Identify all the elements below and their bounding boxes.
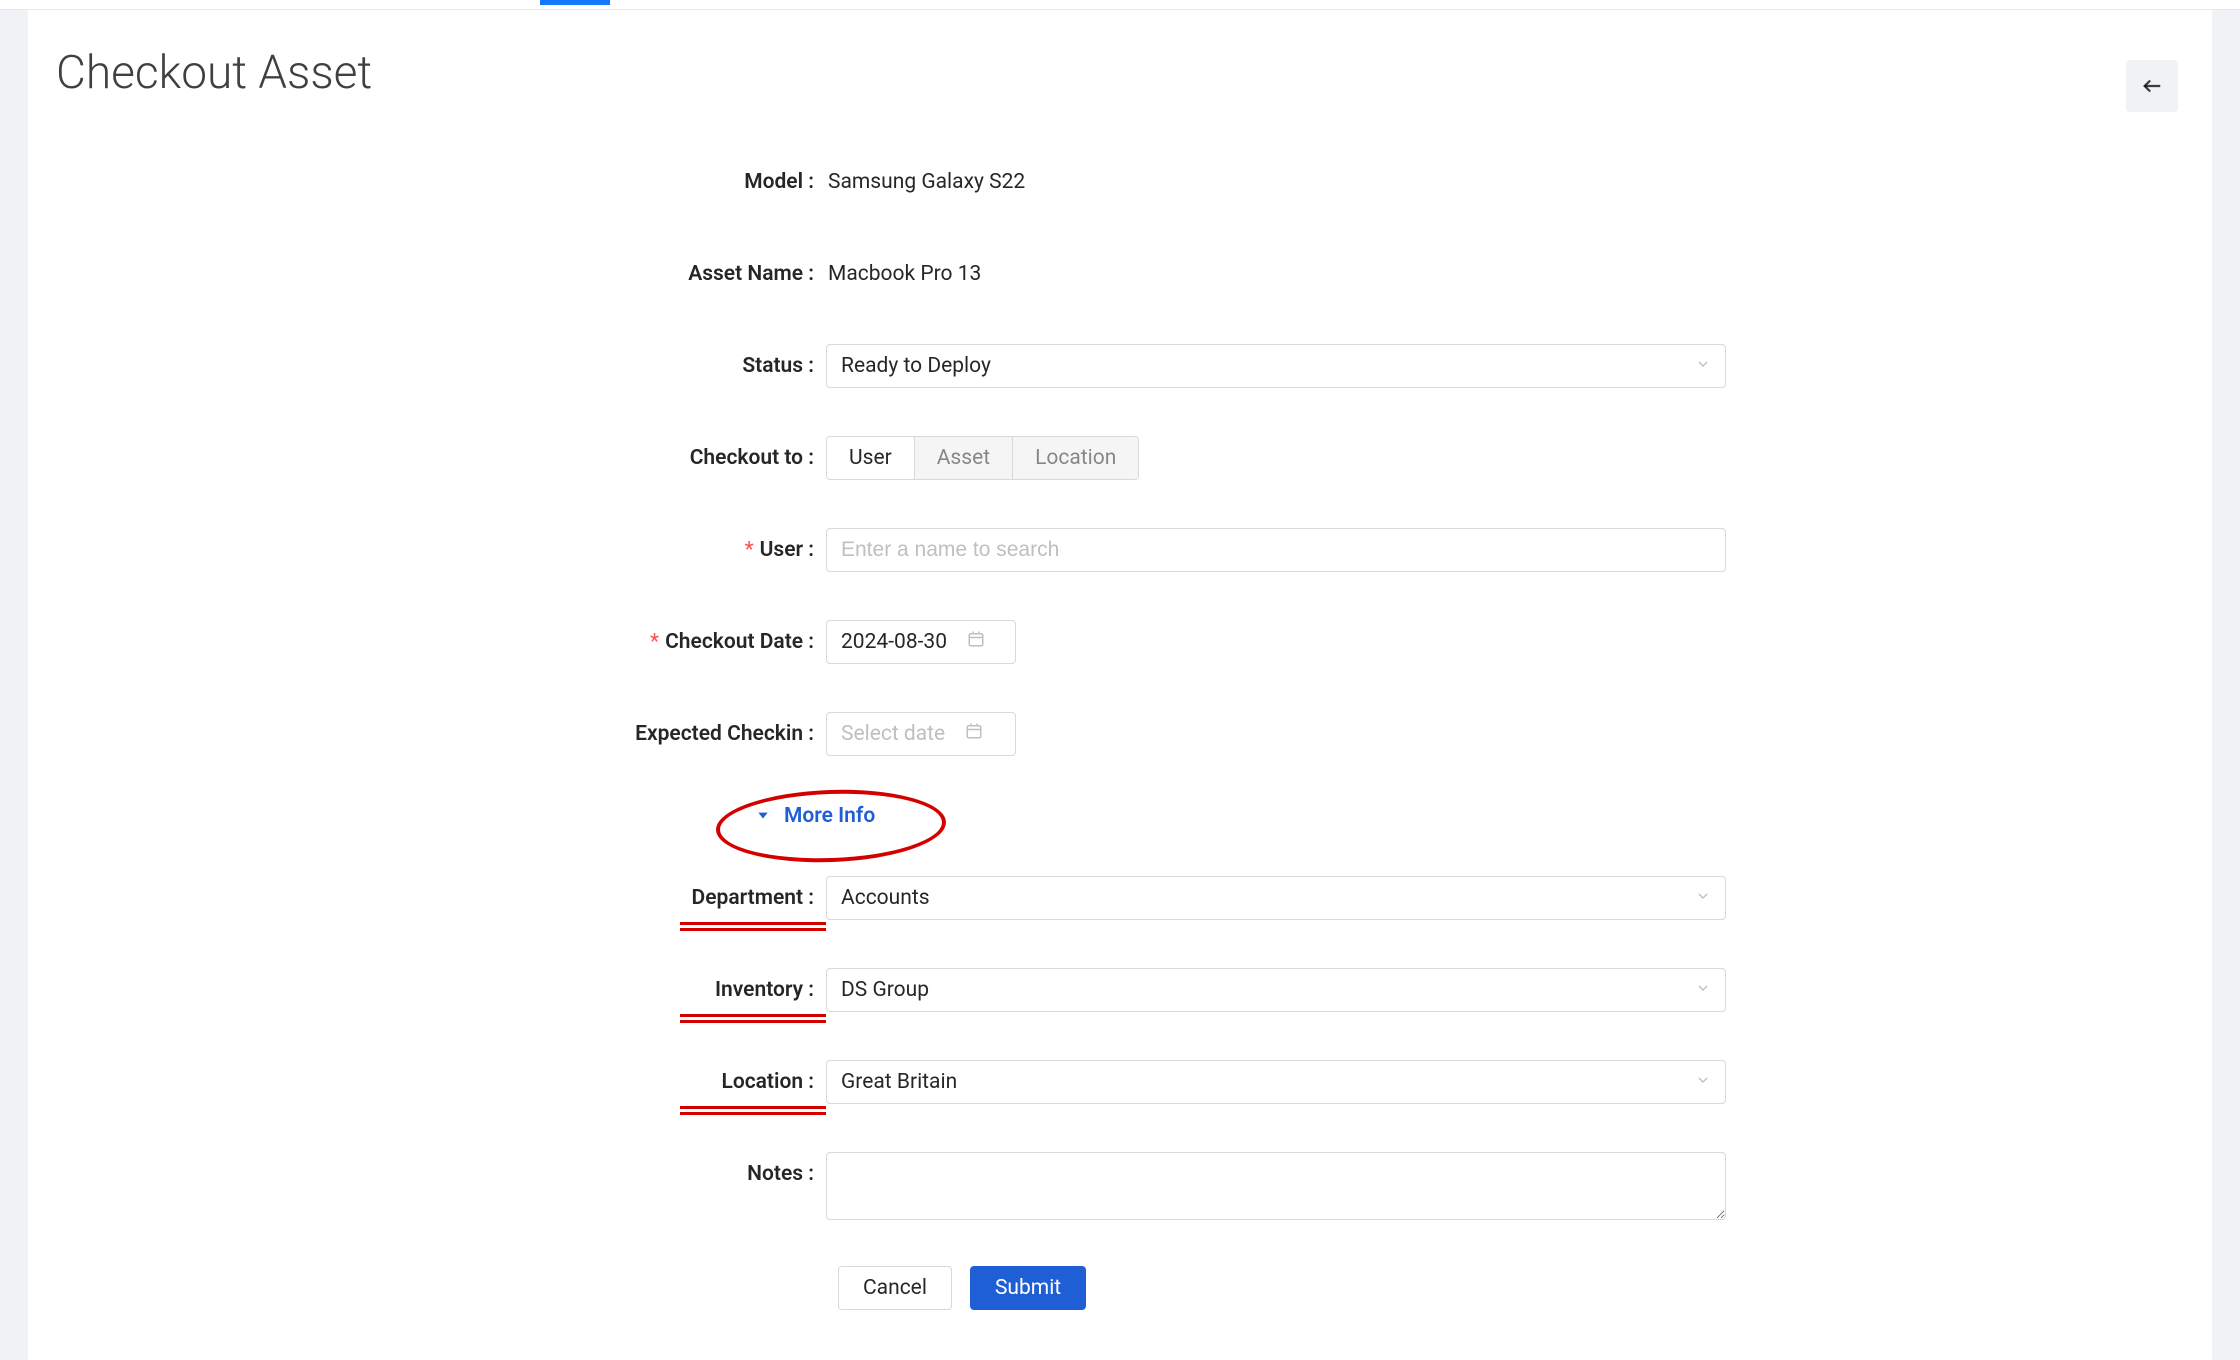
row-model: Model : Samsung Galaxy S22 [56,160,2180,204]
more-info-label: More Info [784,804,875,828]
row-location: Location : Great Britain [56,1060,2180,1104]
row-user: *User : [56,528,2180,572]
inventory-value: DS Group [841,978,929,1002]
row-checkout-date: *Checkout Date : 2024-08-30 [56,620,2180,664]
cancel-button[interactable]: Cancel [838,1266,952,1310]
status-select[interactable]: Ready to Deploy [826,344,1726,388]
checkout-date-picker[interactable]: 2024-08-30 [826,620,1016,664]
chevron-down-icon [1695,886,1711,910]
page-title: Checkout Asset [56,46,2180,100]
chevron-down-icon [1695,1070,1711,1094]
calendar-icon [965,722,983,746]
status-select-value: Ready to Deploy [841,354,991,378]
location-select[interactable]: Great Britain [826,1060,1726,1104]
inventory-select[interactable]: DS Group [826,968,1726,1012]
value-asset-name: Macbook Pro 13 [826,252,1726,296]
user-input[interactable] [826,528,1726,572]
annotation-underline [680,1106,826,1116]
label-status: Status : [56,344,826,388]
label-notes: Notes : [56,1152,826,1196]
row-status: Status : Ready to Deploy [56,344,2180,388]
page-card: Checkout Asset Model : Samsung Galaxy S2… [28,10,2212,1360]
checkout-to-segmented: User Asset Location [826,436,1139,480]
row-department: Department : Accounts [56,876,2180,920]
label-user: *User : [56,528,826,572]
annotation-underline [680,922,826,932]
annotation-underline [680,1014,826,1024]
active-tab-underline [540,0,610,5]
caret-down-icon [756,804,770,828]
value-model: Samsung Galaxy S22 [826,160,1726,204]
chevron-down-icon [1695,978,1711,1002]
checkout-date-value: 2024-08-30 [841,630,947,654]
top-bar [0,0,2240,10]
chevron-down-icon [1695,354,1711,378]
row-more-info: More Info [56,804,2180,828]
more-info-toggle[interactable]: More Info [756,804,875,828]
label-inventory: Inventory : [56,968,826,1012]
label-model: Model : [56,160,826,204]
expected-checkin-picker[interactable]: Select date [826,712,1016,756]
checkout-form: Model : Samsung Galaxy S22 Asset Name : … [56,160,2180,1310]
arrow-left-icon [2141,75,2163,97]
row-checkout-to: Checkout to : User Asset Location [56,436,2180,480]
checkout-to-user[interactable]: User [827,437,915,479]
label-checkout-date: *Checkout Date : [56,620,826,664]
label-asset-name: Asset Name : [56,252,826,296]
submit-button[interactable]: Submit [970,1266,1086,1310]
back-button[interactable] [2126,60,2178,112]
calendar-icon [967,630,985,654]
notes-textarea[interactable] [826,1152,1726,1220]
label-checkout-to: Checkout to : [56,436,826,480]
checkout-to-asset[interactable]: Asset [915,437,1013,479]
department-select[interactable]: Accounts [826,876,1726,920]
form-buttons: Cancel Submit [838,1266,2180,1310]
label-expected-checkin: Expected Checkin : [56,712,826,756]
expected-checkin-placeholder: Select date [841,722,945,746]
row-expected-checkin: Expected Checkin : Select date [56,712,2180,756]
label-location: Location : [56,1060,826,1104]
label-department: Department : [56,876,826,920]
checkout-to-location[interactable]: Location [1013,437,1138,479]
row-asset-name: Asset Name : Macbook Pro 13 [56,252,2180,296]
row-notes: Notes : [56,1152,2180,1226]
department-value: Accounts [841,886,930,910]
location-value: Great Britain [841,1070,957,1094]
row-inventory: Inventory : DS Group [56,968,2180,1012]
